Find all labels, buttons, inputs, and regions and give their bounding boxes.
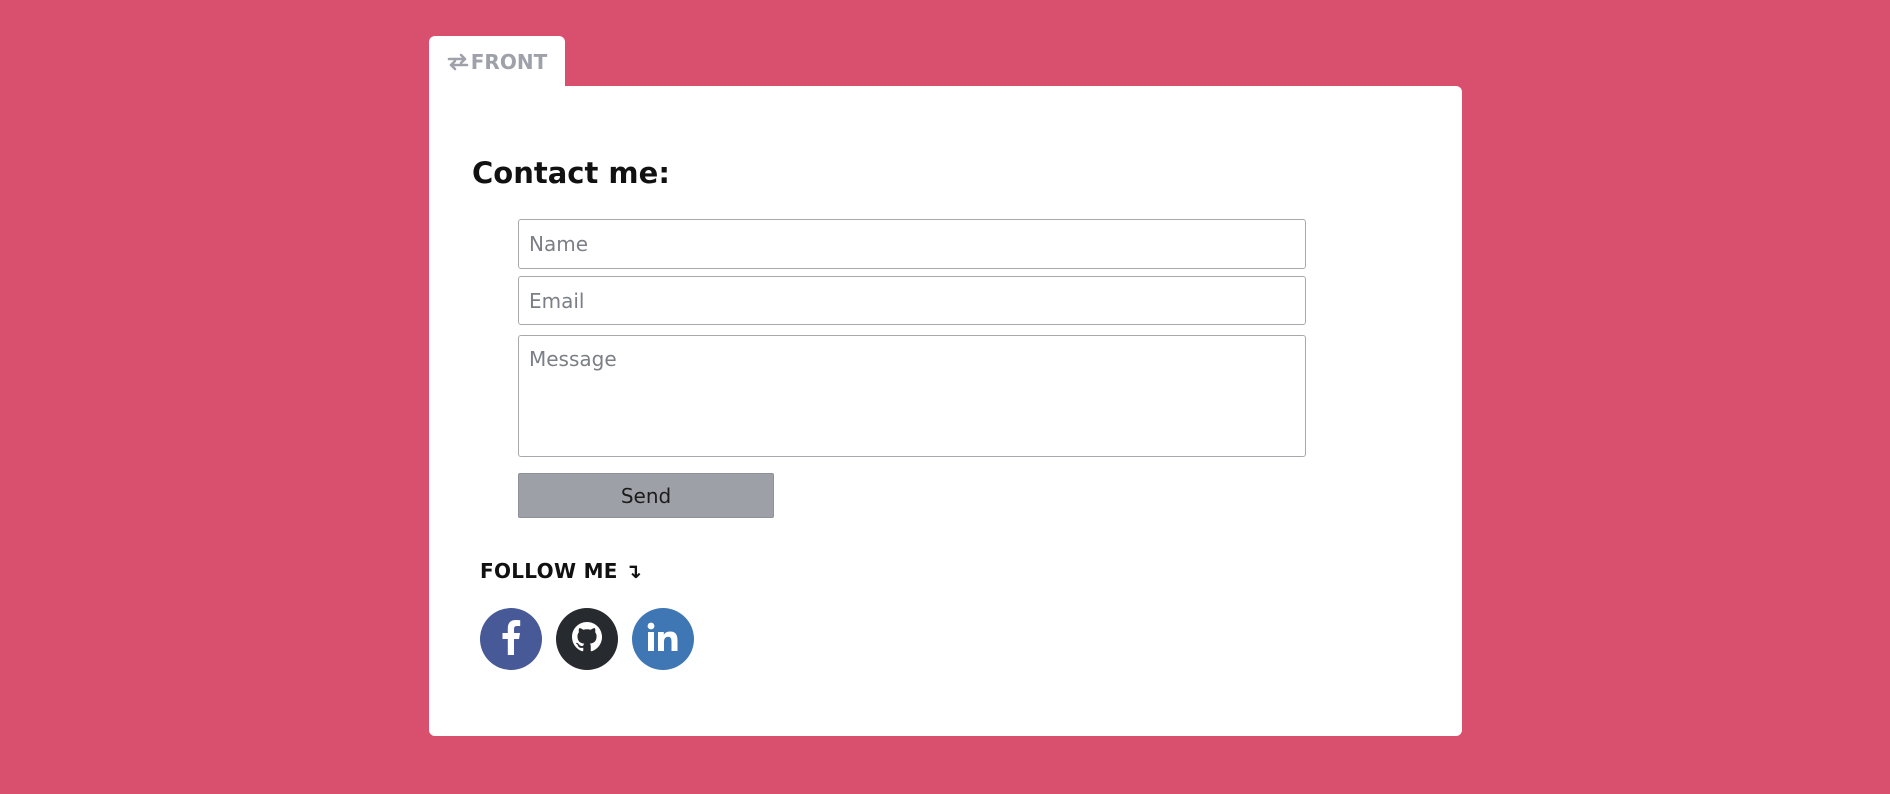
facebook-icon (501, 619, 521, 659)
contact-card: Contact me: Send FOLLOW ME ↴ (429, 86, 1462, 736)
facebook-link[interactable] (480, 608, 542, 670)
social-links (480, 608, 694, 670)
front-tab[interactable]: FRONT (429, 36, 565, 88)
swap-arrows-icon (447, 53, 469, 71)
message-field[interactable] (518, 335, 1306, 457)
follow-me-label: FOLLOW ME ↴ (480, 559, 643, 583)
github-link[interactable] (556, 608, 618, 670)
send-button[interactable]: Send (518, 473, 774, 518)
front-tab-label: FRONT (470, 50, 548, 74)
name-field[interactable] (518, 219, 1306, 269)
email-field[interactable] (518, 276, 1306, 325)
linkedin-icon (647, 622, 679, 656)
linkedin-link[interactable] (632, 608, 694, 670)
github-icon (572, 622, 602, 656)
page-title: Contact me: (472, 156, 670, 190)
